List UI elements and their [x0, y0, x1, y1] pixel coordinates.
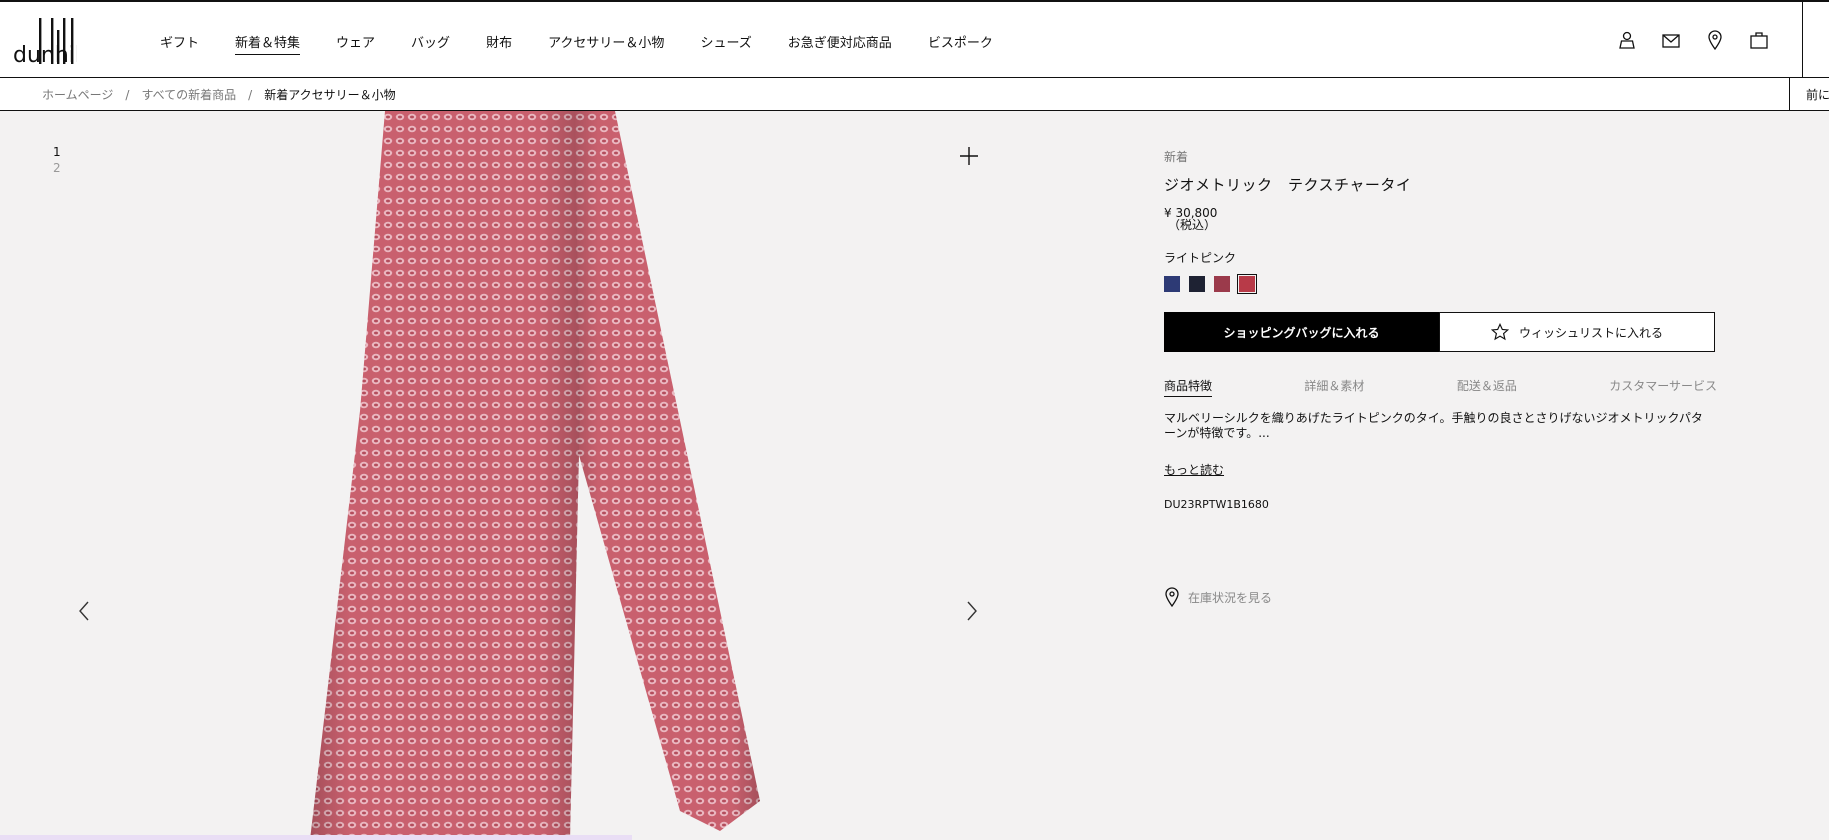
product-tabs: 商品特徴 詳細＆素材 配送＆返品 カスタマーサービス — [1164, 377, 1717, 397]
location-pin-icon — [1165, 587, 1179, 607]
logo-text: dunhill — [13, 43, 77, 68]
nav-express[interactable]: お急ぎ便対応商品 — [788, 32, 892, 55]
zoom-plus-icon[interactable] — [958, 145, 980, 167]
breadcrumb-bar: ホームページ / すべての新着商品 / 新着アクセサリー＆小物 前に — [0, 78, 1829, 111]
add-to-bag-button[interactable]: ショッピングバッグに入れる — [1164, 312, 1439, 352]
nav-new-featured[interactable]: 新着＆特集 — [235, 32, 301, 55]
product-sku: DU23RPTW1B1680 — [1164, 498, 1269, 511]
tab-details-materials[interactable]: 詳細＆素材 — [1304, 377, 1364, 397]
dunhill-logo[interactable]: dunhill — [13, 16, 77, 68]
nav-bags[interactable]: バッグ — [411, 32, 450, 55]
swatch-navy-blue[interactable] — [1164, 276, 1180, 292]
product-image — [310, 111, 760, 840]
mail-icon[interactable] — [1661, 30, 1681, 50]
check-stock-link[interactable]: 在庫状況を見る — [1164, 587, 1724, 607]
tab-customer-service[interactable]: カスタマーサービス — [1609, 377, 1717, 397]
breadcrumb-current: 新着アクセサリー＆小物 — [264, 88, 396, 102]
nav-accessories[interactable]: アクセサリー＆小物 — [548, 32, 664, 55]
image-pager: 1 2 — [53, 144, 61, 176]
store-location-icon[interactable] — [1705, 30, 1725, 50]
breadcrumb: ホームページ / すべての新着商品 / 新着アクセサリー＆小物 — [42, 86, 396, 103]
purchase-actions: ショッピングバッグに入れる ウィッシュリストに入れる — [1164, 312, 1715, 352]
swatch-dark-navy[interactable] — [1189, 276, 1205, 292]
breadcrumb-separator: / — [248, 87, 253, 102]
product-description: マルベリーシルクを織りあげたライトピンクのタイ。手触りの良さとさりげないジオメト… — [1164, 411, 1703, 440]
product-title: ジオメトリック テクスチャータイ — [1164, 176, 1412, 194]
tab-features[interactable]: 商品特徴 — [1164, 377, 1213, 397]
nav-shoes[interactable]: シューズ — [700, 32, 751, 55]
color-name: ライトピンク — [1164, 251, 1237, 265]
swatch-red[interactable] — [1237, 274, 1257, 294]
swatch-burgundy[interactable] — [1214, 276, 1230, 292]
tab-shipping-returns[interactable]: 配送＆返品 — [1457, 377, 1517, 397]
breadcrumb-separator: / — [125, 87, 130, 102]
site-header: dunhill ギフト 新着＆特集 ウェア バッグ 財布 アクセサリー＆小物 シ… — [0, 0, 1829, 80]
wishlist-label: ウィッシュリストに入れる — [1518, 325, 1663, 340]
product-gallery: 1 2 — [0, 111, 1100, 840]
chevron-right-icon[interactable] — [962, 596, 982, 626]
breadcrumb-home[interactable]: ホームページ — [42, 86, 113, 103]
breadcrumb-all-new[interactable]: すべての新着商品 — [141, 86, 236, 103]
chevron-left-icon[interactable] — [74, 596, 94, 626]
pager-page-1[interactable]: 1 — [53, 144, 61, 160]
header-divider — [1802, 2, 1803, 80]
main-nav: ギフト 新着＆特集 ウェア バッグ 財布 アクセサリー＆小物 シューズ お急ぎ便… — [160, 32, 1029, 55]
header-icons — [1617, 30, 1769, 50]
bottom-banner-strip — [0, 835, 632, 840]
add-to-wishlist-button[interactable]: ウィッシュリストに入れる — [1439, 312, 1715, 352]
new-badge: 新着 — [1164, 150, 1189, 164]
shopping-bag-icon[interactable] — [1749, 30, 1769, 50]
nav-wallets[interactable]: 財布 — [486, 32, 512, 55]
account-icon[interactable] — [1617, 30, 1637, 50]
tax-note: （税込） — [1168, 218, 1217, 232]
previous-link[interactable]: 前に — [1789, 78, 1829, 111]
product-price: ¥ 30,800 — [1164, 206, 1218, 220]
star-icon — [1490, 323, 1509, 341]
read-more-link[interactable]: もっと読む — [1164, 461, 1224, 478]
check-stock-label: 在庫状況を見る — [1188, 590, 1273, 605]
color-swatches — [1164, 274, 1724, 294]
product-info-panel: 新着 ジオメトリック テクスチャータイ ¥ 30,800 （税込） ライトピンク… — [1164, 148, 1724, 607]
nav-gift[interactable]: ギフト — [160, 32, 199, 55]
pager-page-2[interactable]: 2 — [53, 160, 61, 176]
nav-wear[interactable]: ウェア — [336, 32, 375, 55]
nav-bespoke[interactable]: ビスポーク — [928, 32, 993, 55]
